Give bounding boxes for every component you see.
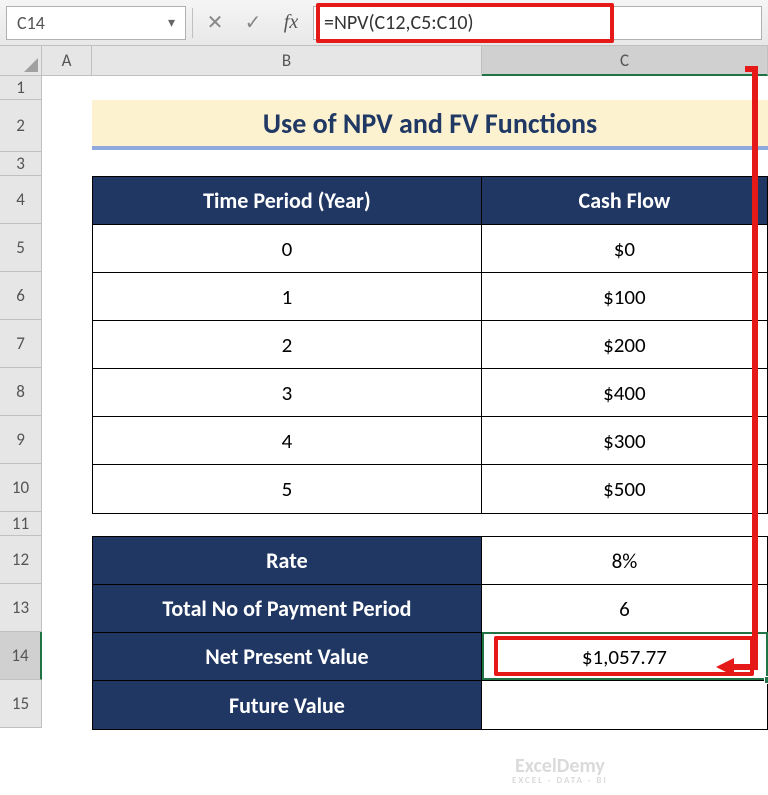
- summary-value[interactable]: 6: [482, 585, 767, 632]
- column-header-c[interactable]: C: [482, 46, 768, 76]
- sheet-title[interactable]: Use of NPV and FV Functions: [92, 100, 768, 150]
- table-cell[interactable]: 1: [93, 273, 482, 320]
- row-header-9[interactable]: 9: [0, 416, 42, 464]
- row-header-4[interactable]: 4: [0, 176, 42, 224]
- summary-label[interactable]: Net Present Value: [93, 633, 482, 680]
- row-header-3[interactable]: 3: [0, 152, 42, 176]
- formula-input[interactable]: =NPV(C12,C5:C10): [313, 6, 762, 40]
- enter-icon[interactable]: ✓: [237, 7, 269, 39]
- row-header-12[interactable]: 12: [0, 536, 42, 584]
- row-header-11[interactable]: 11: [0, 512, 42, 536]
- table-cell[interactable]: 0: [93, 225, 482, 272]
- row-header-6[interactable]: 6: [0, 272, 42, 320]
- row-header-8[interactable]: 8: [0, 368, 42, 416]
- summary-value[interactable]: [482, 681, 767, 729]
- fill-handle[interactable]: [764, 676, 768, 684]
- name-box[interactable]: C14 ▾: [6, 6, 186, 40]
- cancel-icon[interactable]: ✕: [199, 7, 231, 39]
- row-header-10[interactable]: 10: [0, 464, 42, 512]
- cell-reference: C14: [17, 12, 45, 34]
- watermark: ExcelDemy EXCEL · DATA · BI: [512, 756, 608, 785]
- summary-value[interactable]: 8%: [482, 537, 767, 584]
- table-cell[interactable]: $300: [482, 417, 767, 464]
- cells-area: Use of NPV and FV Functions Time Period …: [42, 76, 768, 795]
- row-header-14[interactable]: 14: [0, 632, 42, 680]
- table-header[interactable]: Cash Flow: [482, 177, 767, 224]
- row-header-2[interactable]: 2: [0, 100, 42, 152]
- row-header-5[interactable]: 5: [0, 224, 42, 272]
- table-header[interactable]: Time Period (Year): [93, 177, 482, 224]
- formula-text: =NPV(C12,C5:C10): [324, 11, 474, 35]
- table-cell[interactable]: $0: [482, 225, 767, 272]
- formula-bar: C14 ▾ ✕ ✓ fx =NPV(C12,C5:C10): [0, 0, 768, 46]
- divider: [192, 8, 193, 38]
- row-headers: 123456789101112131415: [0, 76, 42, 728]
- table-cell[interactable]: $400: [482, 369, 767, 416]
- summary-value[interactable]: $1,057.77: [482, 633, 767, 680]
- fx-icon[interactable]: fx: [275, 7, 307, 39]
- column-header-b[interactable]: B: [92, 46, 482, 76]
- table-cell[interactable]: 5: [93, 465, 482, 513]
- row-header-13[interactable]: 13: [0, 584, 42, 632]
- row-header-1[interactable]: 1: [0, 76, 42, 100]
- select-all-button[interactable]: [0, 46, 42, 76]
- column-headers: ABC: [42, 46, 768, 76]
- table-cell[interactable]: $200: [482, 321, 767, 368]
- table-cell[interactable]: $500: [482, 465, 767, 513]
- summary-label[interactable]: Rate: [93, 537, 482, 584]
- summary-label[interactable]: Total No of Payment Period: [93, 585, 482, 632]
- table-cell[interactable]: $100: [482, 273, 767, 320]
- table-cell[interactable]: 4: [93, 417, 482, 464]
- spreadsheet-grid: ABC 123456789101112131415 Use of NPV and…: [0, 46, 768, 795]
- row-header-15[interactable]: 15: [0, 680, 42, 728]
- table-cell[interactable]: 3: [93, 369, 482, 416]
- data-table: Time Period (Year)Cash Flow0$01$1002$200…: [92, 176, 768, 514]
- summary-label[interactable]: Future Value: [93, 681, 482, 729]
- summary-table: Rate8%Total No of Payment Period6Net Pre…: [92, 536, 768, 730]
- chevron-down-icon[interactable]: ▾: [168, 14, 175, 31]
- row-header-7[interactable]: 7: [0, 320, 42, 368]
- column-header-a[interactable]: A: [42, 46, 92, 76]
- table-cell[interactable]: 2: [93, 321, 482, 368]
